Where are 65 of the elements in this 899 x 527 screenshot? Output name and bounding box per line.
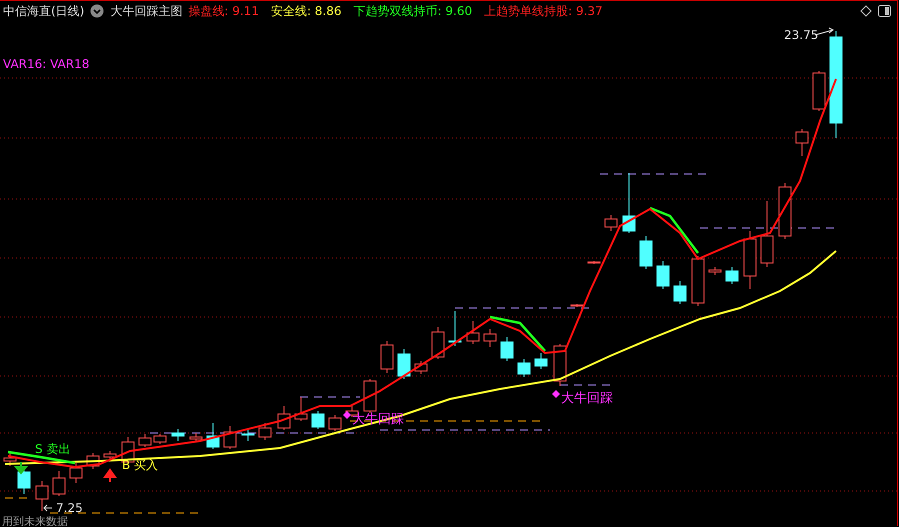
candlestick [70, 462, 82, 484]
up-arrow-icon [104, 468, 116, 483]
candlestick [328, 414, 342, 432]
candlestick [534, 352, 548, 370]
downtrend-line [650, 206, 699, 254]
candlestick [622, 172, 636, 234]
candlestick [588, 260, 600, 264]
candlestick [812, 70, 826, 112]
candlestick [796, 128, 808, 156]
candlestick [674, 280, 686, 304]
candlestick [294, 396, 308, 422]
stock-title: 中信海直(日线) [3, 2, 84, 20]
candlestick [258, 422, 272, 440]
candlestick [364, 378, 376, 414]
panel-toggle-icon[interactable] [878, 5, 891, 17]
candlestick [242, 428, 254, 442]
indicator-value: 操盘线: 9.11 [188, 2, 259, 20]
candlestick [484, 328, 496, 348]
high-price-label: 23.75 [784, 28, 818, 42]
candlestick [414, 360, 428, 374]
indicator-value: 上趋势单线持股: 9.37 [484, 2, 603, 20]
indicator-value: 安全线: 8.86 [270, 2, 342, 20]
candlestick [744, 230, 756, 290]
indicator-name: 大牛回踩主图 [110, 2, 182, 20]
candlestick [640, 236, 652, 270]
indicator-value: 下趋势双线持币: 9.60 [354, 2, 472, 20]
dropdown-icon[interactable] [90, 4, 104, 18]
candlestick [656, 260, 670, 290]
candlestick [190, 432, 202, 442]
candlestick [398, 348, 410, 380]
candlestick [154, 434, 166, 444]
diamond-marker-icon [343, 411, 351, 419]
candlestick [518, 358, 530, 378]
diamond-icon[interactable] [860, 5, 872, 17]
sell-signal-label: S 卖出 [35, 442, 70, 456]
candlestick [138, 434, 152, 448]
candlestick [778, 182, 792, 240]
candlestick [500, 336, 514, 362]
down-arrow-icon [15, 461, 27, 475]
candlestick [726, 266, 738, 284]
candlestick [432, 326, 444, 360]
candlestick [760, 200, 774, 268]
pattern-label: 大牛回踩 [561, 391, 613, 406]
legend-label: VAR16: VAR18 [3, 57, 90, 71]
candlestick [380, 340, 394, 374]
candlestick [104, 450, 116, 460]
candlestick [692, 256, 704, 306]
candlestick [52, 470, 66, 496]
candlestick [86, 452, 100, 470]
candlestick [604, 214, 618, 232]
downtrend-line [490, 316, 546, 352]
resistance-line [560, 384, 610, 386]
leader-line [43, 504, 52, 512]
candlestick [570, 304, 584, 308]
candlestick [36, 480, 48, 512]
candlestick [278, 406, 290, 430]
candlestick [466, 320, 480, 344]
candlestick [172, 428, 184, 442]
candlestick [224, 426, 236, 450]
candlestick [448, 310, 462, 346]
diamond-marker-icon [552, 390, 560, 398]
low-price-label: 7.25 [56, 501, 83, 515]
resistance-line [300, 396, 360, 398]
candlestick [312, 410, 324, 430]
candlestick [206, 422, 220, 450]
